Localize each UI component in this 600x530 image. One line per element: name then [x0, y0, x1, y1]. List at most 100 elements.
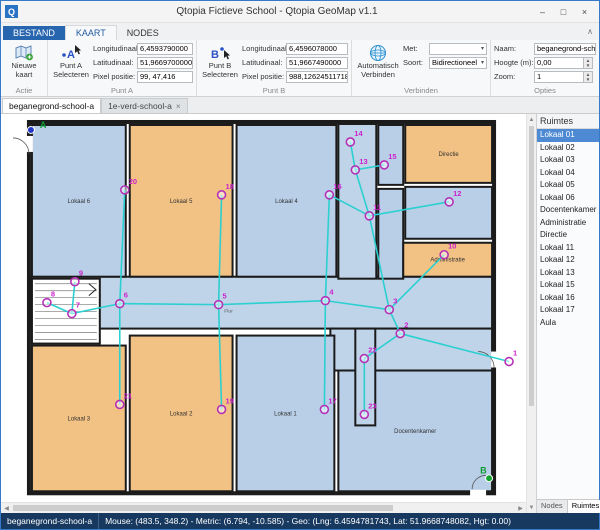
hoogte-field[interactable]: 0,00 [534, 57, 584, 69]
select-point-b-button[interactable]: B Punt B Selecteren [200, 42, 240, 85]
panel-tab-ruimtes[interactable]: Ruimtes [568, 500, 600, 513]
horizontal-scrollbar[interactable]: ◀ ▶ [1, 502, 526, 513]
room-kamer-top-2[interactable] [378, 189, 403, 279]
met-label: Met: [403, 44, 429, 53]
ruimtes-list-item[interactable]: Lokaal 02 [537, 142, 599, 155]
ruimtes-list-item[interactable]: Lokaal 11 [537, 242, 599, 255]
door-gap-left [26, 136, 33, 152]
zoom-stepper[interactable]: ▲▼ [584, 71, 593, 83]
ruimtes-list-item[interactable]: Directie [537, 229, 599, 242]
ribbon-tab-bestand[interactable]: BESTAND [3, 26, 65, 40]
door-gap-bottom [470, 490, 486, 497]
floor-plan[interactable]: Lokaal 6Lokaal 5Lokaal 4DirectieAdminist… [1, 114, 526, 502]
panel-tab-nodes[interactable]: Nodes [537, 500, 568, 513]
ruimtes-list-item[interactable]: Lokaal 04 [537, 167, 599, 180]
ruimtes-list-item[interactable]: Lokaal 03 [537, 154, 599, 167]
room-kamer-rechts[interactable] [405, 187, 492, 239]
corridor-label: Flur [224, 309, 233, 315]
point-a-longitude-label: Longitudinaal: [93, 44, 137, 53]
ribbon-collapse-icon[interactable]: ∧ [587, 27, 593, 36]
select-point-b-label: Punt B Selecteren [200, 62, 240, 79]
main-content: Lokaal 6Lokaal 5Lokaal 4DirectieAdminist… [1, 114, 599, 513]
met-dropdown[interactable]: ▾ [429, 43, 487, 55]
minimize-icon[interactable]: – [532, 4, 553, 20]
maximize-icon[interactable]: □ [553, 4, 574, 20]
ruimtes-list-item[interactable]: Lokaal 06 [537, 192, 599, 205]
group-label-opties: Opties [491, 86, 599, 95]
svg-text:9: 9 [79, 269, 83, 278]
scroll-right-icon[interactable]: ▶ [515, 503, 526, 513]
svg-text:12: 12 [453, 189, 461, 198]
point-a-latitude-field[interactable]: 51,9669700000 [137, 57, 193, 69]
point-b-longitude-field[interactable]: 6,4596078000 [286, 43, 348, 55]
group-label-punt-a: Punt A [48, 86, 196, 95]
ruimtes-list-item[interactable]: Docentenkamer [537, 204, 599, 217]
scroll-down-icon[interactable]: ▼ [527, 502, 536, 513]
svg-text:5: 5 [223, 292, 227, 301]
ruimtes-list-item[interactable]: Lokaal 15 [537, 279, 599, 292]
room-label: Lokaal 3 [68, 416, 91, 422]
ruimtes-list-item[interactable]: Administratie [537, 217, 599, 230]
doc-tab-label: beganegrond-school-a [9, 101, 94, 111]
soort-dropdown[interactable]: Bidirectioneel ▾ [429, 57, 487, 69]
map-node-1[interactable]: 1 [505, 349, 517, 366]
close-tab-icon[interactable]: × [176, 102, 181, 111]
zoom-field[interactable]: 1 [534, 71, 584, 83]
vertical-scrollbar[interactable]: ▲ ▼ [526, 114, 536, 513]
point-a-pixel-field[interactable]: 99, 47,416 [137, 71, 193, 83]
vertical-scroll-thumb[interactable] [529, 126, 534, 406]
point-b-pixel-label: Pixel positie: [242, 72, 286, 81]
map-column: Lokaal 6Lokaal 5Lokaal 4DirectieAdminist… [1, 114, 526, 513]
window-title: Qtopia Fictieve School - Qtopia GeoMap v… [22, 6, 532, 17]
status-position-info: Mouse: (483.5, 348.2) - Metric: (6.794, … [99, 516, 517, 526]
scroll-up-icon[interactable]: ▲ [527, 114, 536, 125]
point-a-longitude-field[interactable]: 6,4593790000 [137, 43, 193, 55]
room-label: Lokaal 2 [170, 411, 193, 417]
map-canvas[interactable]: Lokaal 6Lokaal 5Lokaal 4DirectieAdminist… [1, 114, 526, 502]
svg-text:18: 18 [226, 182, 234, 191]
select-point-a-button[interactable]: A Punt A Selecteren [51, 42, 91, 85]
ribbon: Nieuwe kaart Actie A Punt A Selecteren L… [1, 40, 599, 97]
svg-text:20: 20 [129, 177, 137, 186]
ruimtes-list-item[interactable]: Aula [537, 317, 599, 330]
point-b-pixel-field[interactable]: 988,126245117188 [286, 71, 348, 83]
ruimtes-list-item[interactable]: Lokaal 16 [537, 292, 599, 305]
room-label: Lokaal 1 [274, 411, 297, 417]
ruimtes-list-item[interactable]: Lokaal 17 [537, 304, 599, 317]
app-window: Q Qtopia Fictieve School - Qtopia GeoMap… [0, 0, 600, 530]
ruimtes-list-item[interactable]: Lokaal 05 [537, 179, 599, 192]
ribbon-tab-kaart[interactable]: KAART [65, 25, 117, 40]
new-map-button[interactable]: Nieuwe kaart [4, 42, 44, 85]
horizontal-scroll-thumb[interactable] [13, 505, 393, 511]
chevron-down-icon: ▾ [481, 58, 484, 68]
title-bar: Q Qtopia Fictieve School - Qtopia GeoMap… [1, 1, 599, 23]
room-label: Directie [439, 152, 460, 158]
ruimtes-list-item[interactable]: Lokaal 12 [537, 254, 599, 267]
svg-text:10: 10 [448, 242, 456, 251]
status-document-name: beganegrond-school-a [1, 513, 99, 529]
close-icon[interactable]: × [574, 4, 595, 20]
ribbon-tab-bar: BESTAND KAART NODES ∧ [1, 23, 599, 40]
doc-tab-beganegrond[interactable]: beganegrond-school-a [2, 98, 101, 113]
svg-text:22: 22 [368, 346, 376, 355]
hoogte-stepper[interactable]: ▲▼ [584, 57, 593, 69]
auto-connect-button[interactable]: Automatisch Verbinden [355, 42, 401, 85]
naam-field[interactable]: beganegrond-scho [534, 43, 596, 55]
ribbon-group-actie: Nieuwe kaart Actie [1, 40, 48, 96]
point-b-latitude-field[interactable]: 51,9667490000 [286, 57, 348, 69]
ribbon-group-punt-b: B Punt B Selecteren Longitudinaal: 6,459… [197, 40, 352, 96]
ruimtes-list-item[interactable]: Lokaal 13 [537, 267, 599, 280]
room-corridor-top[interactable] [338, 124, 376, 279]
globe-icon [369, 43, 387, 62]
ribbon-group-verbinden: Automatisch Verbinden Met: ▾ Soort: Bidi… [352, 40, 491, 96]
point-a-pixel-label: Pixel positie: [93, 72, 137, 81]
ruimtes-panel: Ruimtes Lokaal 01Lokaal 02Lokaal 03Lokaa… [536, 114, 599, 513]
svg-text:21: 21 [124, 391, 132, 400]
svg-text:3: 3 [393, 297, 397, 306]
ribbon-tab-nodes[interactable]: NODES [117, 26, 169, 40]
svg-text:11: 11 [373, 203, 381, 212]
doc-tab-1e-verd[interactable]: 1e-verd-school-a × [101, 98, 187, 113]
scroll-left-icon[interactable]: ◀ [1, 503, 12, 513]
app-icon: Q [5, 5, 18, 18]
ruimtes-list-item[interactable]: Lokaal 01 [537, 129, 599, 142]
